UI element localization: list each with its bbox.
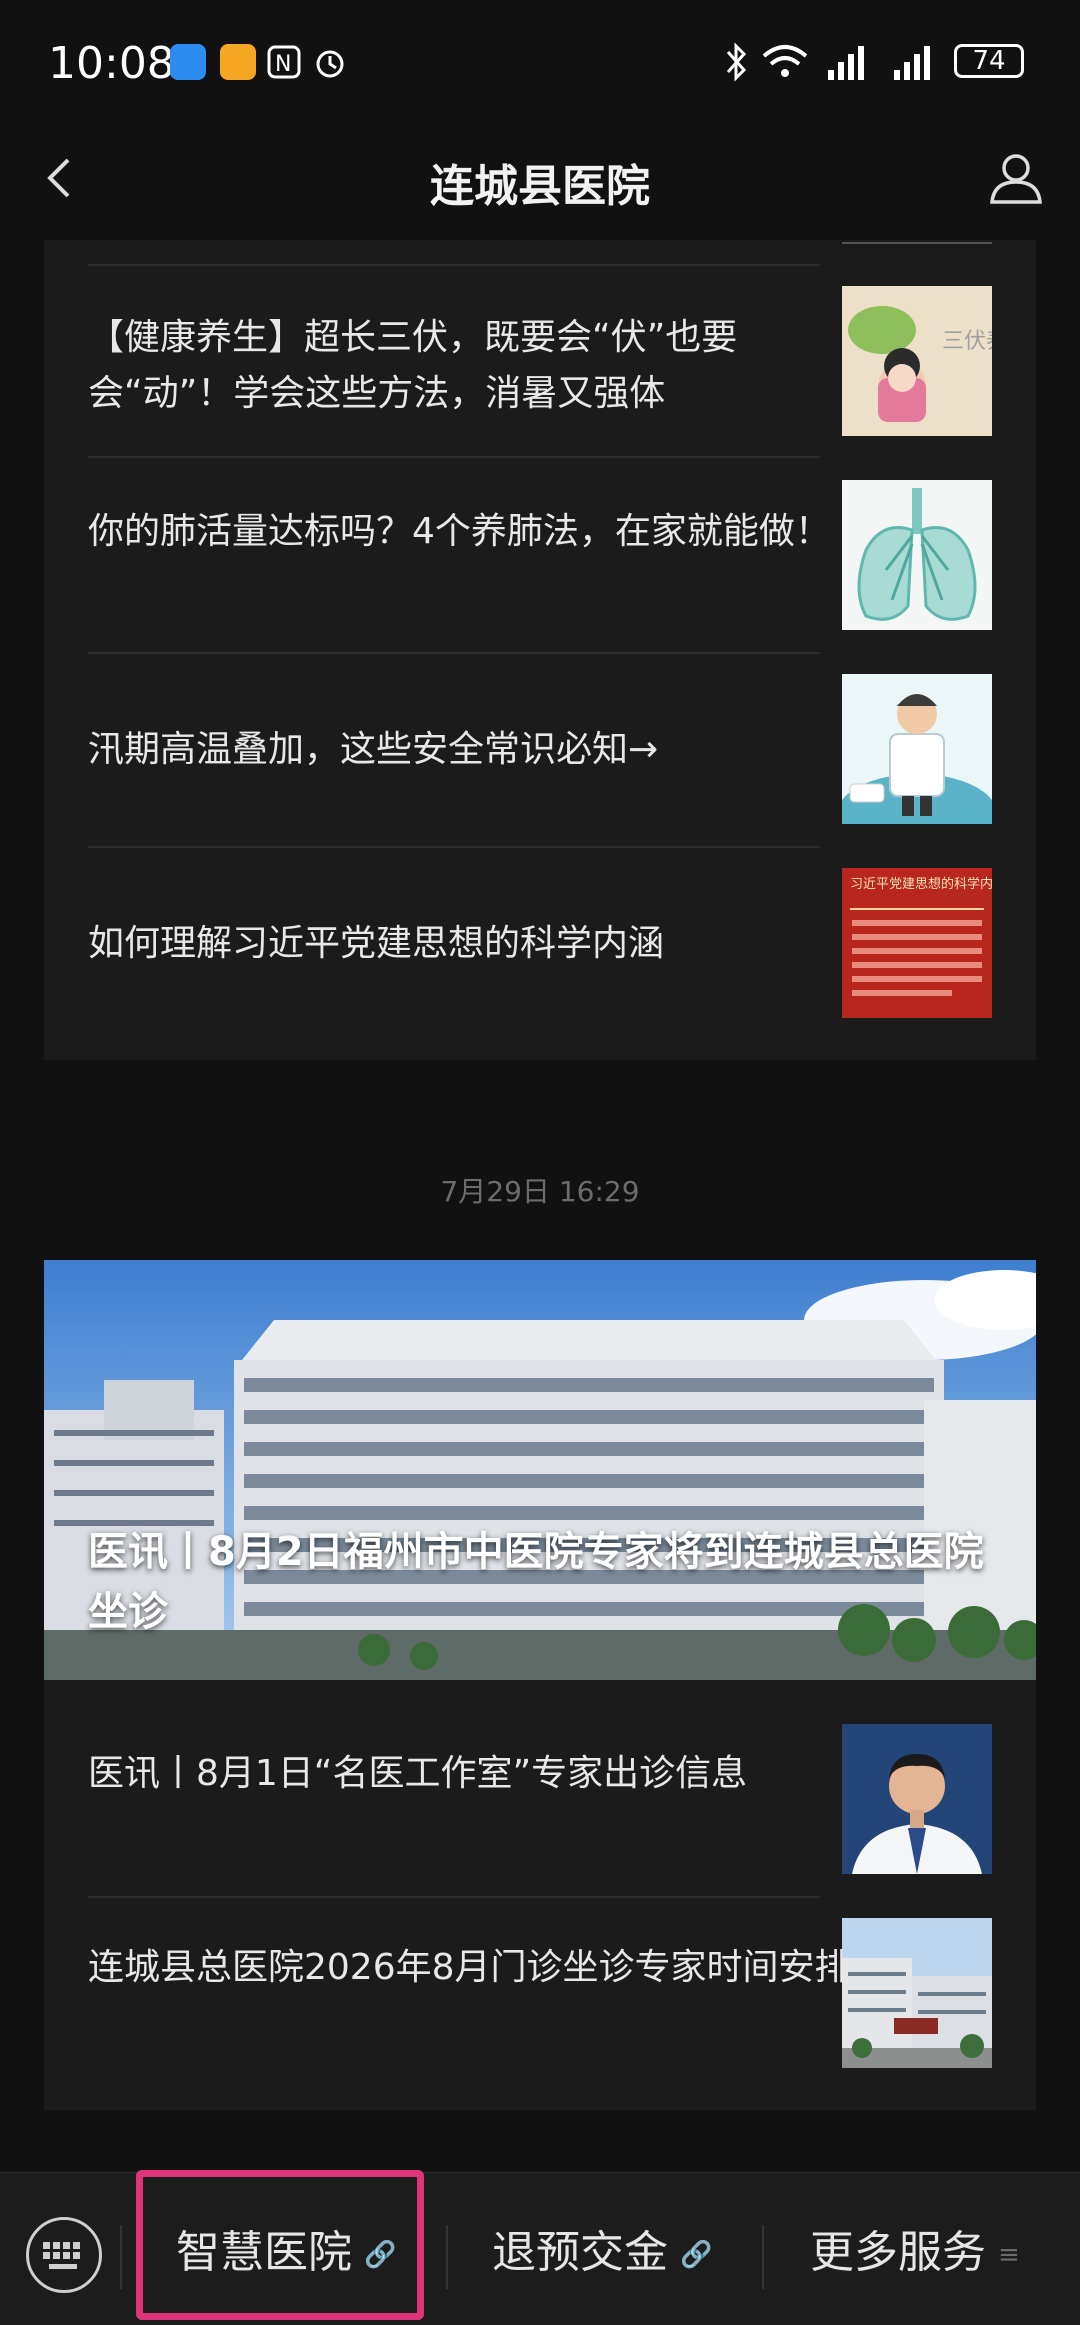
menu-item-more-services[interactable]: 更多服务 ≡ bbox=[810, 2213, 1020, 2293]
hero-title: 医讯丨8月2日福州市中医院专家将到连城县总医院坐诊 bbox=[88, 1529, 984, 1635]
doctor-portrait-thumbnail bbox=[842, 1724, 992, 1874]
divider bbox=[88, 456, 820, 458]
list-item[interactable]: 连城县总医院2026年8月门诊坐诊专家时间安排 bbox=[88, 1940, 864, 1996]
menu-label: 退预交金 bbox=[492, 2227, 668, 2278]
list-item[interactable]: 医讯丨8月1日“名医工作室”专家出诊信息 bbox=[88, 1746, 864, 1802]
message-app-icon bbox=[170, 44, 206, 80]
list-item[interactable]: 如何理解习近平党建思想的科学内涵 bbox=[88, 916, 864, 972]
message-timestamp: 7月29日 16:29 bbox=[440, 1175, 640, 1208]
keyboard-toggle-button[interactable] bbox=[26, 2217, 102, 2293]
divider bbox=[88, 1896, 820, 1898]
article-title: 你的肺活量达标吗？4个养肺法，在家就能做！ bbox=[88, 511, 831, 552]
hospital-thumbnail bbox=[842, 1918, 992, 2068]
bluetooth-icon bbox=[726, 42, 747, 82]
divider bbox=[88, 652, 820, 654]
article-title: 【健康养生】超长三伏，既要会“伏”也要会“动”！学会这些方法，消暑又强体 bbox=[88, 317, 738, 414]
battery-icon: 74 bbox=[954, 44, 1024, 78]
hero-article[interactable]: 医讯丨8月2日福州市中医院专家将到连城县总医院坐诊 bbox=[44, 1260, 1036, 1680]
divider bbox=[842, 242, 992, 244]
article-title: 如何理解习近平党建思想的科学内涵 bbox=[88, 923, 665, 964]
battery-level: 74 bbox=[972, 46, 1006, 76]
user-profile-icon[interactable] bbox=[986, 148, 1046, 208]
status-time: 10:08 bbox=[48, 38, 175, 89]
article-title: 连城县总医院2026年8月门诊坐诊专家时间安排 bbox=[88, 1947, 851, 1988]
doctor-thumbnail bbox=[842, 674, 992, 824]
lung-thumbnail bbox=[842, 480, 992, 630]
menu-item-refund-deposit[interactable]: 退预交金 🔗 bbox=[492, 2213, 712, 2293]
page-title: 连城县医院 bbox=[430, 161, 650, 212]
wifi-icon bbox=[762, 45, 808, 77]
keyboard-icon bbox=[43, 2242, 80, 2269]
list-item[interactable]: 汛期高温叠加，这些安全常识必知→ bbox=[88, 722, 864, 778]
shopping-app-icon bbox=[220, 44, 256, 80]
article-thumbnail: 三伏养生 bbox=[842, 286, 992, 436]
article-title: 医讯丨8月1日“名医工作室”专家出诊信息 bbox=[88, 1753, 748, 1794]
nav-bar: 连城县医院 bbox=[0, 120, 1080, 240]
divider bbox=[88, 264, 820, 266]
nfc-icon: N bbox=[266, 44, 302, 80]
status-bar: 10:08 N 74 bbox=[0, 0, 1080, 120]
signal-icon-2 bbox=[894, 46, 930, 80]
thumbnail-text: 三伏养生 bbox=[942, 329, 992, 354]
alarm-icon bbox=[312, 44, 348, 80]
signal-icon bbox=[828, 46, 864, 80]
divider bbox=[446, 2225, 448, 2289]
link-icon: 🔗 bbox=[680, 2240, 713, 2270]
list-item[interactable]: 你的肺活量达标吗？4个养肺法，在家就能做！ bbox=[88, 504, 864, 560]
party-theory-thumbnail: 习近平党建思想的科学内涵 bbox=[842, 868, 992, 1018]
divider bbox=[120, 2225, 122, 2289]
article-title: 汛期高温叠加，这些安全常识必知→ bbox=[88, 729, 659, 770]
menu-label: 更多服务 bbox=[810, 2227, 986, 2278]
highlight-box bbox=[136, 2170, 424, 2320]
divider bbox=[88, 846, 820, 848]
list-item[interactable]: 【健康养生】超长三伏，既要会“伏”也要会“动”！学会这些方法，消暑又强体 bbox=[88, 310, 864, 422]
thumbnail-text: 习近平党建思想的科学内涵 bbox=[850, 876, 992, 892]
menu-list-icon: ≡ bbox=[998, 2240, 1020, 2270]
svg-text:N: N bbox=[275, 52, 291, 77]
divider bbox=[762, 2225, 764, 2289]
